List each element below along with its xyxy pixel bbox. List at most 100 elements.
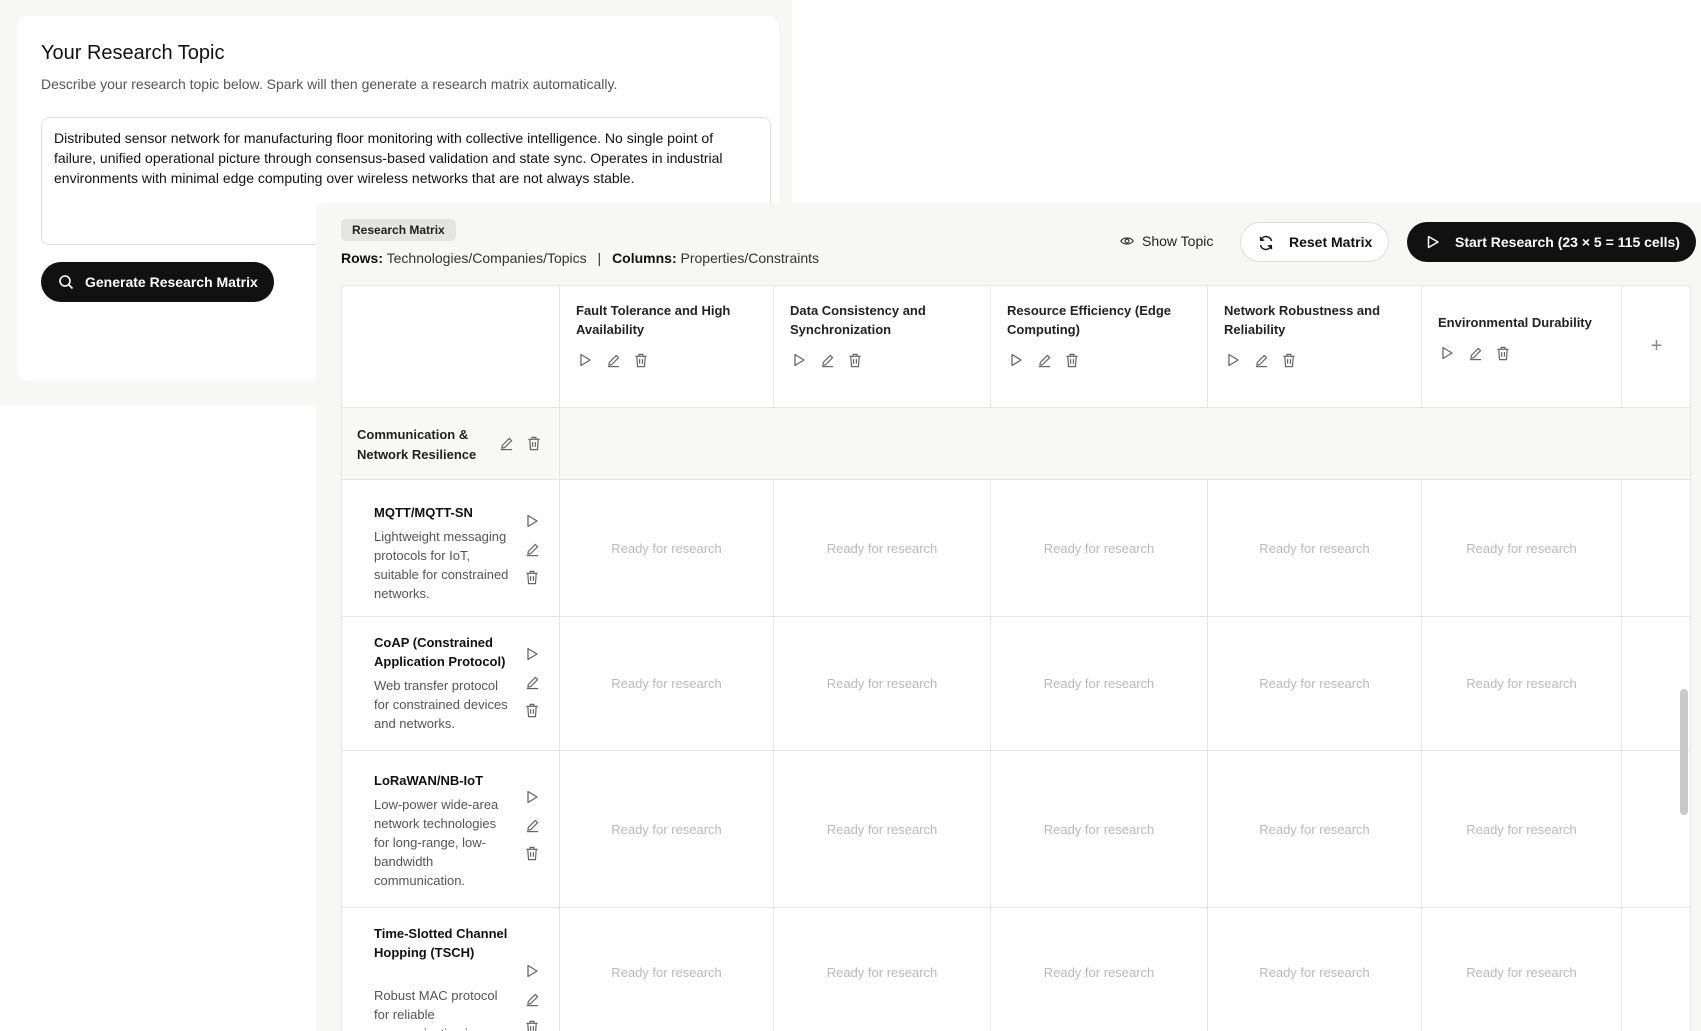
pencil-icon[interactable] — [604, 351, 622, 369]
play-icon[interactable] — [523, 645, 541, 663]
trash-icon[interactable] — [523, 844, 541, 862]
pencil-icon[interactable] — [1466, 344, 1484, 362]
research-matrix-panel: Research Matrix Rows: Technologies/Compa… — [316, 203, 1701, 1031]
row-header-mqtt: MQTT/MQTT-SN Lightweight messaging proto… — [342, 480, 560, 617]
matrix-cell[interactable]: Ready for research — [1208, 617, 1422, 751]
trash-icon[interactable] — [525, 434, 543, 452]
row-description: Web transfer protocol for constrained de… — [374, 678, 508, 731]
plus-icon: + — [1650, 335, 1663, 357]
play-icon[interactable] — [1224, 351, 1242, 369]
matrix-cell[interactable]: Ready for research — [1422, 480, 1622, 617]
column-title: Resource Efficiency (Edge Computing) — [1007, 303, 1171, 337]
start-research-button[interactable]: Start Research (23 × 5 = 115 cells) — [1407, 222, 1696, 262]
row-header-tsch: Time-Slotted Channel Hopping (TSCH) Robu… — [342, 908, 560, 1031]
trash-icon[interactable] — [632, 351, 650, 369]
rows-columns-summary: Rows: Technologies/Companies/Topics | Co… — [341, 250, 819, 266]
matrix-corner-cell — [342, 286, 560, 408]
columns-value: Properties/Constraints — [680, 250, 820, 266]
column-title: Data Consistency and Synchronization — [790, 303, 926, 337]
generate-matrix-label: Generate Research Matrix — [85, 274, 258, 290]
row-name: Time-Slotted Channel Hopping (TSCH) — [374, 926, 508, 960]
column-header: Data Consistency and Synchronization — [774, 286, 991, 408]
research-matrix-table: Fault Tolerance and High Availability Da… — [341, 285, 1691, 1031]
row-group-fill — [560, 408, 1690, 480]
matrix-cell[interactable]: Ready for research — [774, 751, 991, 908]
matrix-cell[interactable]: Ready for research — [560, 617, 774, 751]
pencil-icon[interactable] — [1035, 351, 1053, 369]
matrix-cell[interactable]: Ready for research — [991, 480, 1208, 617]
column-header: Resource Efficiency (Edge Computing) — [991, 286, 1208, 408]
row-group-title: Communication & Network Resilience — [357, 427, 477, 462]
matrix-cell[interactable]: Ready for research — [774, 908, 991, 1031]
trash-icon[interactable] — [1280, 351, 1298, 369]
row-name: MQTT/MQTT-SN — [374, 505, 473, 520]
play-icon[interactable] — [576, 351, 594, 369]
show-topic-label: Show Topic — [1142, 233, 1214, 249]
pencil-icon[interactable] — [497, 434, 515, 452]
columns-label: Columns: — [612, 250, 677, 266]
reset-matrix-label: Reset Matrix — [1289, 234, 1373, 250]
play-icon[interactable] — [523, 962, 541, 980]
pencil-icon[interactable] — [523, 816, 541, 834]
matrix-cell-empty — [1622, 480, 1690, 617]
column-header: Network Robustness and Reliability — [1208, 286, 1422, 408]
column-header: Fault Tolerance and High Availability — [560, 286, 774, 408]
vertical-scrollbar[interactable] — [1680, 689, 1688, 815]
matrix-cell[interactable]: Ready for research — [774, 480, 991, 617]
matrix-cell[interactable]: Ready for research — [1208, 908, 1422, 1031]
row-description: Robust MAC protocol for reliable communi… — [374, 988, 498, 1031]
play-icon — [1427, 235, 1439, 249]
topic-title: Your Research Topic — [41, 42, 225, 64]
play-icon[interactable] — [1438, 344, 1456, 362]
matrix-cell[interactable]: Ready for research — [991, 908, 1208, 1031]
start-research-label: Start Research (23 × 5 = 115 cells) — [1455, 234, 1680, 250]
generate-matrix-button[interactable]: Generate Research Matrix — [41, 262, 274, 302]
matrix-cell[interactable]: Ready for research — [1422, 908, 1622, 1031]
rows-label: Rows: — [341, 250, 383, 266]
pencil-icon[interactable] — [1252, 351, 1270, 369]
play-icon[interactable] — [523, 512, 541, 530]
play-icon[interactable] — [523, 788, 541, 806]
add-column-button[interactable]: + — [1622, 286, 1690, 408]
reset-matrix-button[interactable]: Reset Matrix — [1240, 222, 1390, 262]
trash-icon[interactable] — [1063, 351, 1081, 369]
trash-icon[interactable] — [1494, 344, 1512, 362]
pencil-icon[interactable] — [523, 673, 541, 691]
row-header-lorawan: LoRaWAN/NB-IoT Low-power wide-area netwo… — [342, 751, 560, 908]
matrix-cell[interactable]: Ready for research — [560, 480, 774, 617]
pencil-icon[interactable] — [523, 990, 541, 1008]
matrix-cell[interactable]: Ready for research — [560, 908, 774, 1031]
trash-icon[interactable] — [523, 568, 541, 586]
row-name: LoRaWAN/NB-IoT — [374, 773, 484, 788]
pencil-icon[interactable] — [523, 540, 541, 558]
refresh-icon — [1259, 235, 1273, 251]
matrix-cell[interactable]: Ready for research — [1422, 751, 1622, 908]
column-title: Environmental Durability — [1438, 315, 1592, 330]
matrix-cell-empty — [1622, 908, 1690, 1031]
search-icon — [59, 275, 74, 290]
trash-icon[interactable] — [523, 1018, 541, 1031]
trash-icon[interactable] — [523, 701, 541, 719]
column-title: Fault Tolerance and High Availability — [576, 303, 731, 337]
matrix-badge: Research Matrix — [341, 219, 456, 241]
eye-icon — [1120, 237, 1134, 245]
topic-description: Describe your research topic below. Spar… — [41, 76, 618, 92]
row-description: Low-power wide-area network technologies… — [374, 797, 499, 888]
matrix-cell[interactable]: Ready for research — [991, 617, 1208, 751]
play-icon[interactable] — [1007, 351, 1025, 369]
matrix-cell[interactable]: Ready for research — [1208, 751, 1422, 908]
pencil-icon[interactable] — [818, 351, 836, 369]
matrix-cell[interactable]: Ready for research — [560, 751, 774, 908]
matrix-cell[interactable]: Ready for research — [1208, 480, 1422, 617]
column-header: Environmental Durability — [1422, 286, 1622, 408]
matrix-cell[interactable]: Ready for research — [774, 617, 991, 751]
matrix-cell[interactable]: Ready for research — [1422, 617, 1622, 751]
trash-icon[interactable] — [846, 351, 864, 369]
summary-separator: | — [597, 250, 602, 266]
rows-value: Technologies/Companies/Topics — [386, 250, 587, 266]
column-title: Network Robustness and Reliability — [1224, 303, 1381, 337]
row-header-coap: CoAP (Constrained Application Protocol) … — [342, 617, 560, 751]
matrix-cell[interactable]: Ready for research — [991, 751, 1208, 908]
play-icon[interactable] — [790, 351, 808, 369]
show-topic-button[interactable]: Show Topic — [1120, 225, 1213, 257]
